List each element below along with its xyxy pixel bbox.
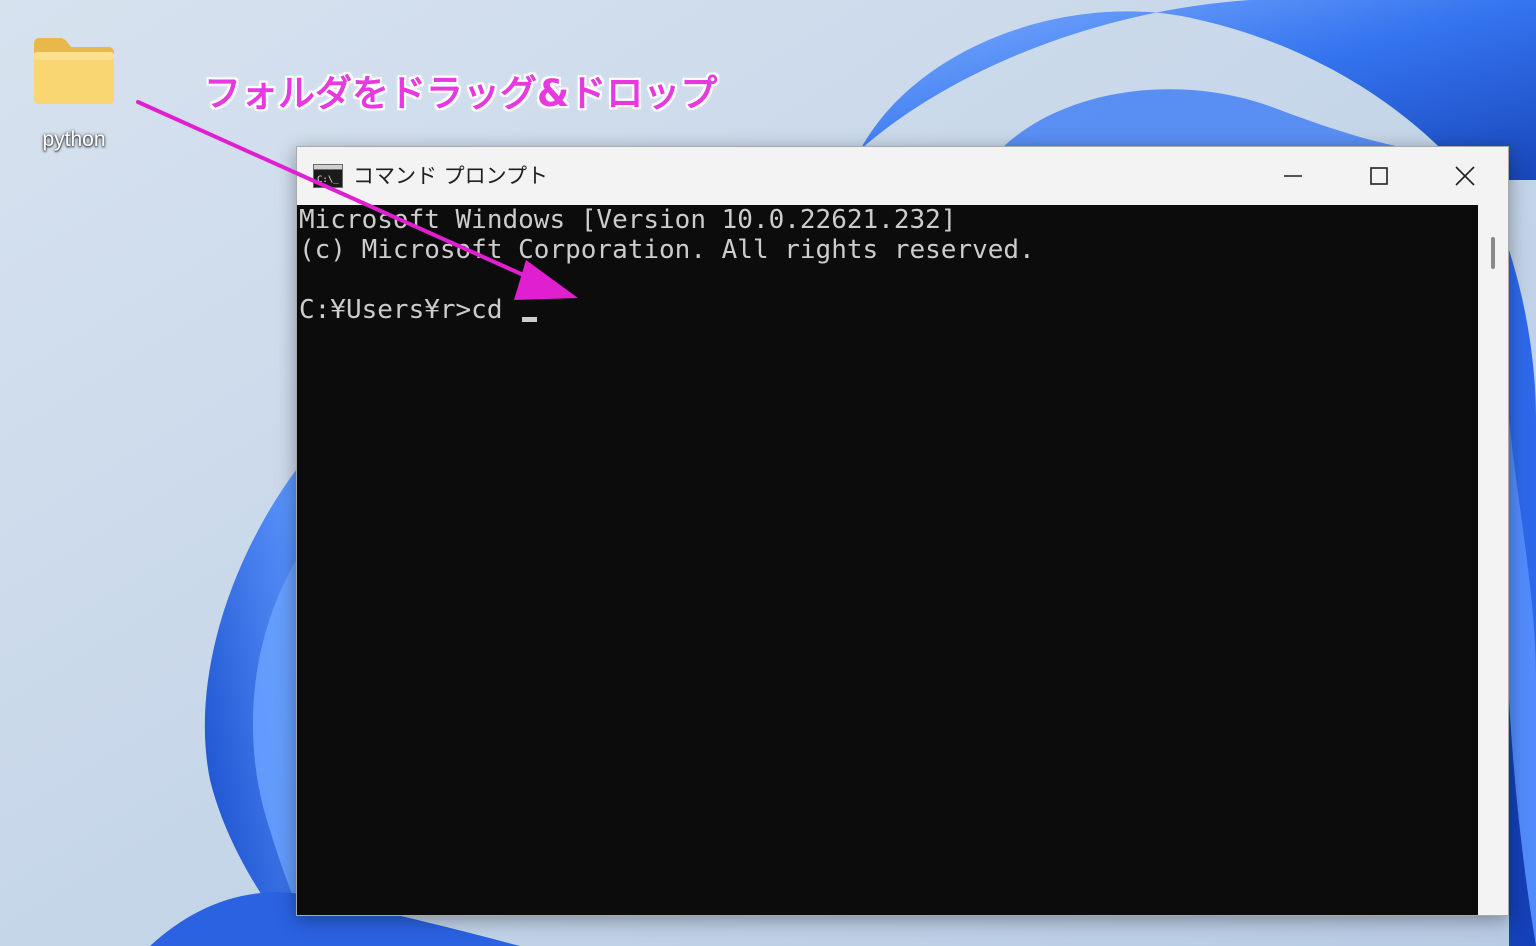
svg-text:C:\_: C:\_ bbox=[317, 175, 339, 185]
window-titlebar[interactable]: C:\_ コマンド プロンプト bbox=[297, 147, 1508, 205]
close-button[interactable] bbox=[1422, 147, 1508, 205]
cmd-app-icon: C:\_ bbox=[313, 164, 343, 188]
maximize-button[interactable] bbox=[1336, 147, 1422, 205]
console-line-1: Microsoft Windows [Version 10.0.22621.23… bbox=[299, 205, 957, 235]
folder-label: python bbox=[42, 128, 106, 151]
folder-icon bbox=[34, 38, 114, 104]
close-icon bbox=[1455, 166, 1475, 186]
maximize-icon bbox=[1370, 167, 1388, 185]
scrollbar-thumb[interactable] bbox=[1491, 237, 1495, 269]
console-prompt-line[interactable]: C:¥Users¥r>cd bbox=[299, 295, 538, 325]
window-title: コマンド プロンプト bbox=[353, 164, 549, 188]
desktop-folder-python[interactable]: python bbox=[22, 30, 126, 160]
console-output[interactable]: Microsoft Windows [Version 10.0.22621.23… bbox=[297, 205, 1478, 915]
annotation-caption: フォルダをドラッグ&ドロップ bbox=[204, 72, 718, 115]
console-prompt-text: C:¥Users¥r>cd bbox=[299, 295, 519, 325]
console-line-2: (c) Microsoft Corporation. All rights re… bbox=[299, 235, 1035, 265]
command-prompt-window[interactable]: C:\_ コマンド プロンプト Microsoft Windows [Versi… bbox=[296, 146, 1509, 916]
minimize-icon bbox=[1284, 175, 1302, 177]
vertical-scrollbar[interactable] bbox=[1478, 205, 1508, 915]
minimize-button[interactable] bbox=[1250, 147, 1336, 205]
text-cursor bbox=[522, 317, 538, 322]
